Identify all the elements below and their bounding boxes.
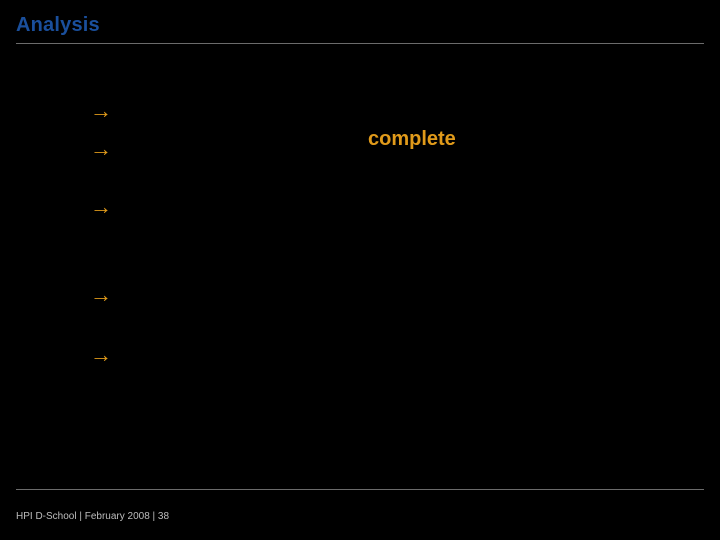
slide-title: Analysis	[16, 14, 100, 37]
bullet-row: →	[90, 100, 680, 128]
footer-rule	[16, 489, 704, 490]
slide: Analysis → → → → → complete HPI D-School…	[0, 0, 720, 540]
arrow-icon: →	[90, 196, 118, 218]
bullet-row: →	[90, 284, 680, 312]
arrow-icon: →	[90, 284, 118, 306]
arrow-icon: →	[90, 138, 118, 160]
footer-text: HPI D-School | February 2008 | 38	[16, 511, 169, 522]
arrow-icon: →	[90, 100, 118, 122]
arrow-icon: →	[90, 344, 118, 366]
bullet-row: →	[90, 196, 680, 224]
highlight-word: complete	[368, 128, 456, 151]
bullet-row: →	[90, 344, 680, 372]
title-rule	[16, 43, 704, 44]
